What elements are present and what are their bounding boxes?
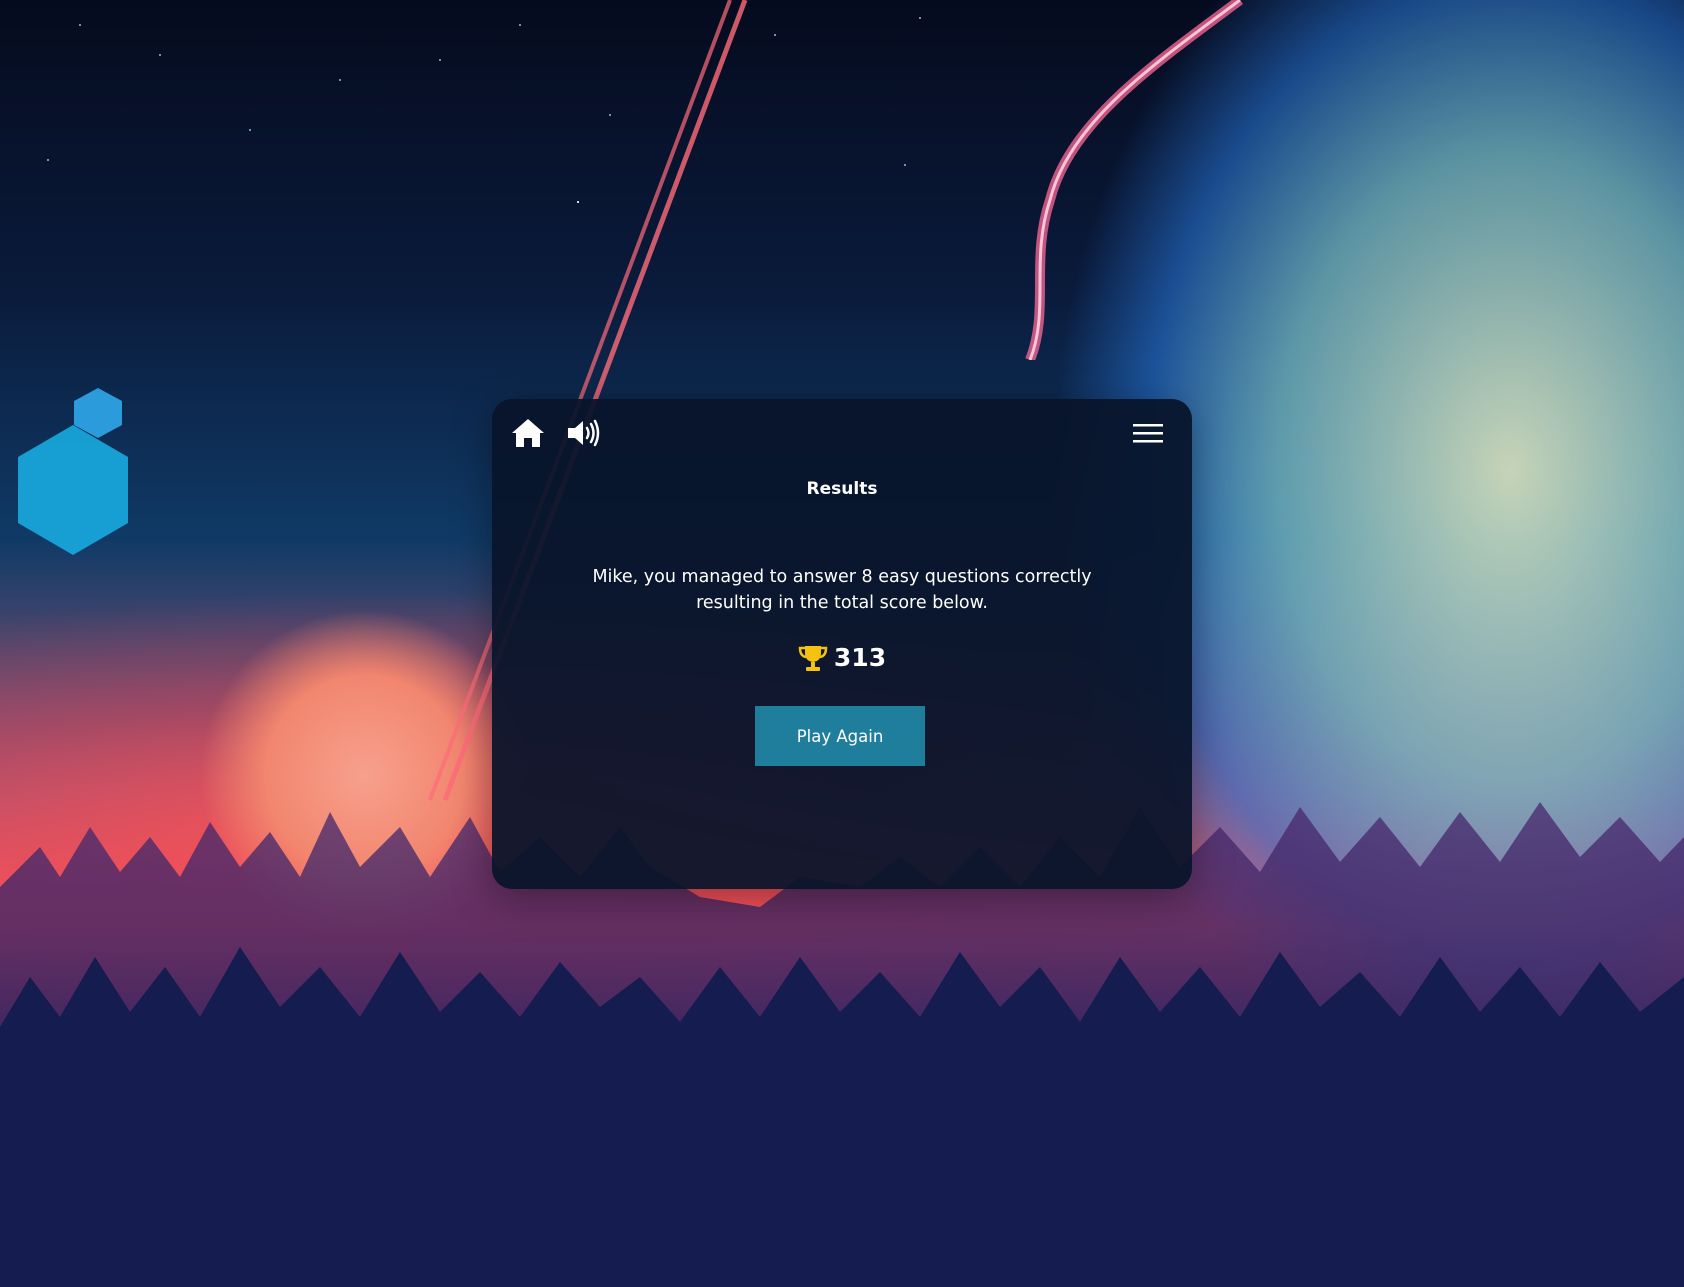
- hexagon-decoration: [18, 425, 128, 555]
- results-title: Results: [806, 479, 878, 499]
- score-display: 313: [492, 643, 1192, 672]
- hexagon-decoration: [74, 388, 122, 438]
- trophy-icon: [798, 645, 828, 671]
- results-message: Mike, you managed to answer 8 easy quest…: [592, 567, 1092, 613]
- nebula-flare: [1025, 0, 1243, 360]
- home-button[interactable]: [508, 415, 548, 451]
- sound-on-icon: [568, 419, 600, 447]
- home-icon: [512, 419, 544, 447]
- score-value: 313: [833, 643, 887, 672]
- sound-toggle-button[interactable]: [564, 415, 604, 451]
- hamburger-menu-icon: [1133, 424, 1163, 443]
- results-panel: Results Mike, you managed to answer 8 ea…: [492, 399, 1192, 889]
- play-again-button[interactable]: Play Again: [755, 706, 925, 766]
- game-background: Results Mike, you managed to answer 8 ea…: [0, 0, 1684, 1287]
- menu-button[interactable]: [1128, 415, 1168, 451]
